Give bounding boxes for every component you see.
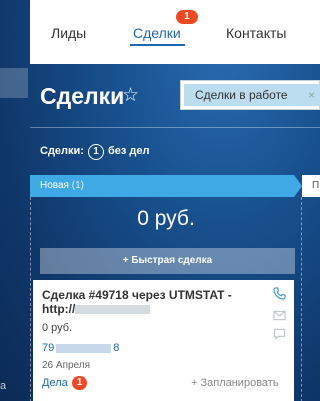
filter-chip[interactable]: Сделки в работе × (184, 84, 320, 106)
stage-count: (1) (71, 180, 84, 191)
deal-card[interactable]: Сделка #49718 через UTMSTAT - http:// 0 … (33, 280, 294, 401)
page-title: Сделки (40, 83, 125, 109)
phone-start: 79 (42, 342, 55, 354)
left-rail: а (0, 0, 30, 401)
tab-deals[interactable]: Сделки (133, 25, 181, 41)
stage-total: 0 руб. (137, 207, 195, 230)
deals-counter-text: без дел (108, 145, 150, 157)
stage-header-next[interactable]: П (302, 175, 320, 197)
deal-title[interactable]: Сделка #49718 через UTMSTAT - http:// (42, 288, 262, 316)
chat-icon[interactable] (273, 327, 286, 345)
quick-deal-button[interactable]: + Быстрая сделка (40, 248, 295, 274)
close-icon[interactable]: × (308, 84, 315, 106)
mail-icon[interactable] (273, 308, 286, 326)
stage-name: Новая (40, 180, 69, 191)
redacted-url (75, 305, 151, 315)
filter-chip-label: Сделки в работе (195, 88, 288, 102)
tab-leads[interactable]: Лиды (51, 25, 86, 41)
tasks-badge: 1 (72, 376, 87, 390)
phone-icon[interactable] (273, 287, 286, 305)
phone-end: 8 (113, 342, 120, 354)
stage-arrow (294, 175, 302, 197)
divider (30, 127, 320, 128)
deals-counter-value[interactable]: 1 (88, 144, 104, 160)
active-tab-indicator (130, 44, 185, 46)
deal-date: 26 Апреля (42, 360, 91, 371)
filter-search-box[interactable]: Сделки в работе × (180, 80, 320, 110)
left-rail-label: а (0, 380, 7, 392)
left-rail-active-item[interactable] (0, 68, 28, 98)
deal-phone[interactable]: 79 8 (42, 342, 119, 354)
deal-amount: 0 руб. (42, 322, 73, 334)
deals-counter-label: Сделки: (40, 145, 84, 157)
schedule-button[interactable]: + Запланировать (191, 377, 279, 389)
tasks-link[interactable]: Дела (42, 377, 68, 389)
tab-contacts[interactable]: Контакты (226, 25, 286, 41)
stage-header-new[interactable]: Новая (1) (30, 175, 294, 197)
star-icon[interactable]: ☆ (122, 84, 139, 107)
top-tabs-bar: Лиды Сделки 1 Контакты (30, 0, 320, 64)
tab-deals-badge: 1 (176, 10, 198, 24)
redacted-phone (56, 343, 112, 353)
